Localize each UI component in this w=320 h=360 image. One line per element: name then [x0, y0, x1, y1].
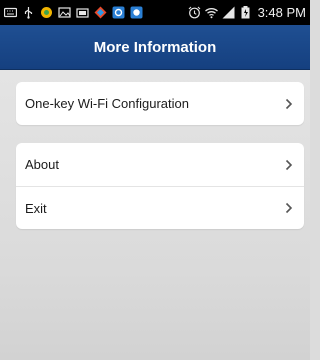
menu-item-wifi-config[interactable]: One-key Wi-Fi Configuration: [16, 82, 304, 125]
alarm-icon: [188, 6, 201, 19]
screenshot-icon: [76, 6, 89, 19]
app2-icon: [94, 6, 107, 19]
battery-icon: [239, 6, 252, 19]
app3-icon: [112, 6, 125, 19]
usb-icon: [22, 6, 35, 19]
menu-item-label: Exit: [25, 200, 47, 216]
chevron-right-icon: [284, 202, 294, 214]
menu-group-1: One-key Wi-Fi Configuration: [16, 82, 304, 125]
content-area: One-key Wi-Fi Configuration About Exit: [0, 70, 310, 360]
menu-item-exit[interactable]: Exit: [16, 186, 304, 229]
notification-icons: [4, 0, 143, 25]
page-title: More Information: [93, 38, 217, 56]
app4-icon: [130, 6, 143, 19]
chevron-right-icon: [284, 98, 294, 110]
signal-icon: [222, 6, 235, 19]
photo-icon: [58, 6, 71, 19]
menu-item-label: About: [25, 157, 59, 172]
app-icon: [40, 6, 53, 19]
menu-group-2: About Exit: [16, 143, 304, 229]
menu-item-label: One-key Wi-Fi Configuration: [25, 96, 189, 111]
wifi-icon: [204, 6, 218, 19]
status-bar: 3:48 PM: [0, 0, 310, 25]
chevron-right-icon: [284, 159, 294, 171]
system-icons: 3:48 PM: [188, 0, 306, 25]
status-time: 3:48 PM: [257, 5, 306, 20]
menu-item-about[interactable]: About: [16, 143, 304, 186]
app-header: More Information: [0, 25, 310, 70]
keyboard-icon: [4, 6, 17, 19]
